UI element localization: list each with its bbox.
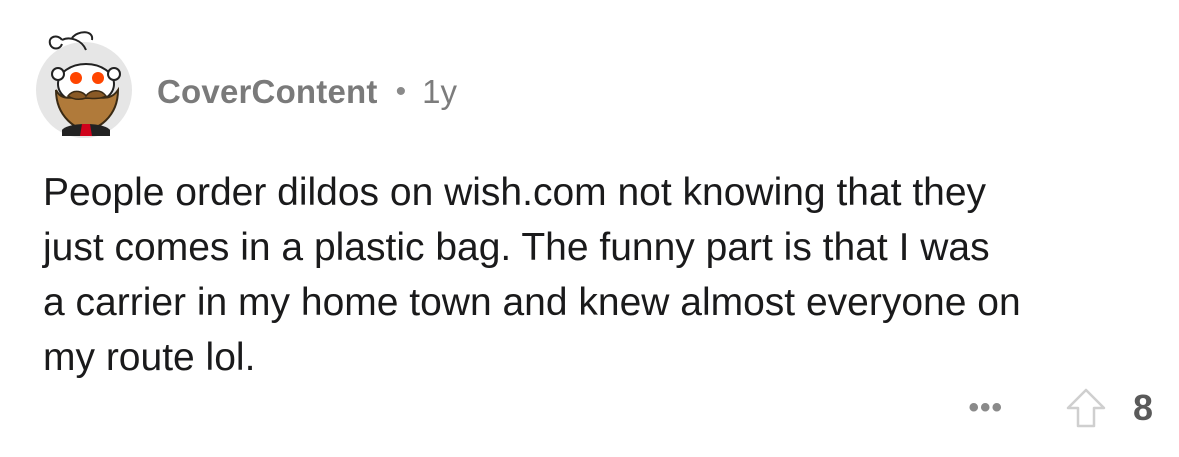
vote-score: 8 [1132, 387, 1153, 428]
username[interactable]: CoverContent [157, 73, 378, 111]
snoo-avatar-icon [36, 31, 132, 138]
comment-body: People order dildos on wish.com not know… [43, 171, 1021, 379]
comment: CoverContent • 1y People order dildos on… [0, 0, 1179, 457]
meta-separator: • [395, 75, 407, 108]
comment-actions: ••• 8 [968, 385, 1153, 431]
more-options-button[interactable]: ••• [968, 391, 1003, 425]
upvote-arrow-icon[interactable] [1063, 385, 1109, 431]
user-avatar[interactable] [34, 26, 138, 140]
comment-age: 1y [422, 73, 457, 110]
comment-header: CoverContent • 1y [157, 70, 457, 114]
